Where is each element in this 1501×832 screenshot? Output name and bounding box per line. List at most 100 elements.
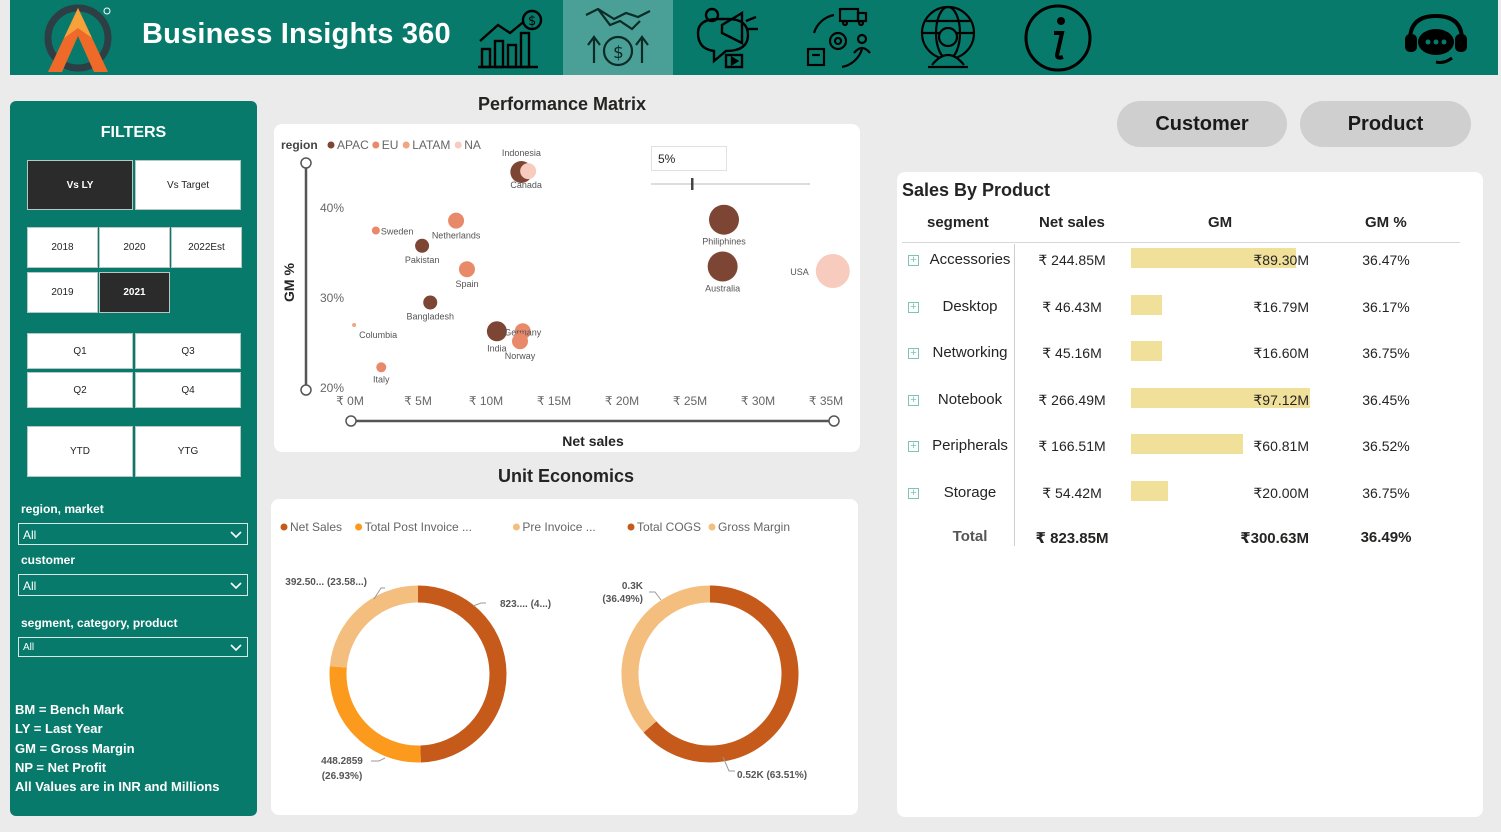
- legend-entry[interactable]: EU: [382, 138, 399, 152]
- x-tick-label: ₹ 30M: [741, 394, 775, 408]
- legend-entry[interactable]: Total Post Invoice ...: [365, 520, 472, 534]
- nav-supply-chain[interactable]: [783, 0, 893, 75]
- net-sales-column-header[interactable]: Net sales: [1039, 214, 1105, 231]
- donut-slice-total-cogs[interactable]: [643, 585, 799, 763]
- year-2021-button[interactable]: 2021: [99, 272, 170, 313]
- legend-entry[interactable]: APAC: [337, 138, 369, 152]
- compare-vs-target-button[interactable]: Vs Target: [135, 160, 241, 210]
- legend-marker: [454, 141, 462, 149]
- scatter-point-pakistan[interactable]: [415, 238, 430, 253]
- scatter-point-norway[interactable]: [512, 333, 528, 350]
- note-line: All Values are in INR and Millions: [15, 779, 220, 795]
- expand-row-icon[interactable]: +: [908, 348, 919, 359]
- performance-matrix-card: region APAC EU LATAM NA GM % Net sales 20% 30% 40…: [274, 124, 860, 452]
- year-2018-button[interactable]: 2018: [27, 227, 98, 268]
- gm-threshold-input[interactable]: 5%: [651, 146, 727, 171]
- performance-matrix-title: Performance Matrix: [478, 94, 647, 114]
- x-range-slider-handle[interactable]: [345, 415, 357, 427]
- expand-row-icon[interactable]: +: [908, 488, 919, 499]
- x-tick-label: ₹ 10M: [469, 394, 503, 408]
- segment-column-header[interactable]: segment: [927, 214, 989, 231]
- support-chat-icon[interactable]: [1400, 10, 1472, 66]
- expand-row-icon[interactable]: +: [908, 302, 919, 313]
- quarter-q2-button[interactable]: Q2: [27, 372, 133, 408]
- scatter-point-netherlands[interactable]: [448, 212, 465, 229]
- quarter-q3-button[interactable]: Q3: [135, 333, 241, 369]
- chevron-down-icon: [230, 582, 242, 590]
- header-divider: [902, 242, 1460, 243]
- customer-dropdown[interactable]: All: [18, 574, 248, 596]
- segment-cell: Peripherals: [932, 437, 1008, 454]
- period-ytg-button[interactable]: YTG: [135, 426, 241, 477]
- table-row[interactable]: + Peripherals ₹ 166.51M ₹60.81M 36.52%: [897, 434, 1483, 464]
- gm-pct-column-header[interactable]: GM %: [1365, 214, 1407, 231]
- customer-toggle-button[interactable]: Customer: [1117, 101, 1287, 147]
- gm-pct-cell: 36.17%: [1362, 299, 1410, 315]
- donut-slice-net-sales[interactable]: [417, 585, 507, 763]
- gm-threshold-slider-handle[interactable]: [691, 178, 694, 190]
- app-logo-icon: [44, 4, 112, 72]
- y-tick-label: 40%: [320, 201, 344, 215]
- expand-row-icon[interactable]: +: [908, 395, 919, 406]
- legend-marker: [372, 141, 380, 149]
- scatter-point-usa[interactable]: [815, 254, 850, 288]
- scatter-point-philiphines[interactable]: [709, 204, 739, 235]
- data-label: Norway: [505, 351, 536, 361]
- table-row[interactable]: + Accessories ₹ 244.85M ₹89.30M 36.47%: [897, 248, 1483, 278]
- table-row[interactable]: + Notebook ₹ 266.49M ₹97.12M 36.45%: [897, 388, 1483, 418]
- scatter-point-australia[interactable]: [707, 251, 738, 282]
- scatter-point-columbia[interactable]: [352, 323, 357, 327]
- expand-row-icon[interactable]: +: [908, 255, 919, 266]
- year-2019-button[interactable]: 2019: [27, 272, 98, 313]
- segment-category-product-slicer-label: segment, category, product: [21, 616, 178, 630]
- x-tick-label: ₹ 15M: [537, 394, 571, 408]
- legend-entry[interactable]: Net Sales: [290, 520, 342, 534]
- nav-marketing[interactable]: [673, 0, 783, 75]
- donut-slice-gross-margin[interactable]: [621, 585, 711, 733]
- donut-slice-pre-invoice[interactable]: [329, 585, 419, 668]
- scatter-point-bangladesh[interactable]: [423, 295, 438, 310]
- legend-entry[interactable]: Total COGS: [637, 520, 701, 534]
- legend-marker: [708, 523, 716, 531]
- table-row[interactable]: + Storage ₹ 54.42M ₹20.00M 36.75%: [897, 481, 1483, 511]
- scatter-point-canada[interactable]: [520, 163, 537, 180]
- year-2020-button[interactable]: 2020: [99, 227, 170, 268]
- year-2022est-button[interactable]: 2022Est: [171, 227, 242, 268]
- data-label-post-invoice: 448.2859: [321, 756, 363, 767]
- gm-column-header[interactable]: GM: [1208, 214, 1232, 231]
- y-range-slider-handle[interactable]: [300, 157, 312, 169]
- gm-pct-cell: 36.75%: [1362, 345, 1410, 361]
- scatter-point-spain[interactable]: [458, 261, 475, 278]
- legend-entry[interactable]: Gross Margin: [718, 520, 790, 534]
- nav-finance-view[interactable]: $: [453, 0, 563, 75]
- region-market-dropdown[interactable]: All: [18, 523, 248, 545]
- quarter-q4-button[interactable]: Q4: [135, 372, 241, 408]
- table-row[interactable]: + Desktop ₹ 46.43M ₹16.79M 36.17%: [897, 295, 1483, 325]
- unit-economics-title: Unit Economics: [498, 466, 635, 486]
- supply-chain-icon: [806, 7, 871, 68]
- data-label: Spain: [455, 279, 478, 289]
- legend-entry[interactable]: NA: [464, 138, 481, 152]
- period-ytd-button[interactable]: YTD: [27, 426, 133, 477]
- table-total-row: Total ₹ 823.85M ₹300.63M 36.49%: [897, 525, 1483, 555]
- nav-info[interactable]: [1003, 0, 1113, 75]
- quarter-q1-button[interactable]: Q1: [27, 333, 133, 369]
- total-label: Total: [952, 528, 988, 545]
- donut-slice-total-post-invoice[interactable]: [329, 666, 421, 763]
- filters-title: FILTERS: [100, 124, 167, 141]
- note-line: NP = Net Profit: [15, 759, 107, 775]
- segment-category-product-dropdown[interactable]: All: [18, 637, 248, 657]
- expand-row-icon[interactable]: +: [908, 441, 919, 452]
- product-toggle-button[interactable]: Product: [1300, 101, 1471, 147]
- table-row[interactable]: + Networking ₹ 45.16M ₹16.60M 36.75%: [897, 341, 1483, 371]
- scatter-point-sweden[interactable]: [371, 226, 380, 235]
- legend-entry[interactable]: Pre Invoice ...: [522, 520, 595, 534]
- nav-profit-loss[interactable]: $: [563, 0, 673, 75]
- segment-cell: Storage: [943, 484, 997, 501]
- nav-executive[interactable]: [893, 0, 1003, 75]
- compare-vs-ly-button[interactable]: Vs LY: [27, 160, 133, 210]
- scatter-point-italy[interactable]: [376, 362, 387, 373]
- y-range-slider-handle[interactable]: [300, 384, 312, 396]
- x-range-slider-handle[interactable]: [828, 415, 840, 427]
- legend-entry[interactable]: LATAM: [412, 138, 450, 152]
